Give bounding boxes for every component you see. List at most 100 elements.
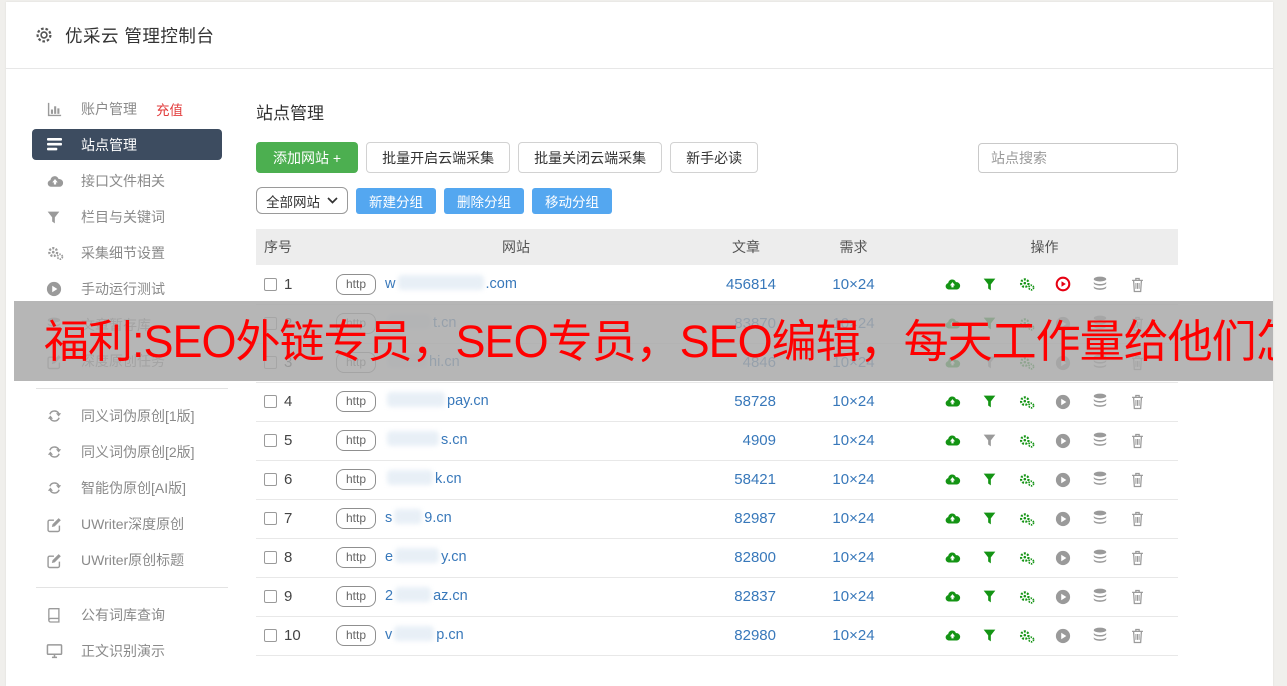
batch-start-collect-button[interactable]: 批量开启云端采集 [366, 142, 510, 173]
filter-icon[interactable] [981, 627, 998, 644]
sidebar-item[interactable]: 同义词伪原创[1版] [6, 398, 238, 434]
gears-icon[interactable] [1018, 588, 1035, 605]
cloud-upload-icon[interactable] [944, 432, 961, 449]
gears-icon[interactable] [1018, 510, 1035, 527]
sidebar-item[interactable]: UWriter深度原创 [6, 506, 238, 542]
cloud-upload-icon[interactable] [944, 471, 961, 488]
filter-icon[interactable] [981, 510, 998, 527]
row-index: 1 [284, 276, 292, 293]
row-checkbox[interactable] [264, 629, 277, 642]
filter-icon[interactable] [981, 276, 998, 293]
app-window: 优采云 管理控制台 账户管理充值站点管理接口文件相关栏目与关键词采集细节设置手动… [6, 2, 1273, 686]
site-search-input[interactable] [978, 143, 1178, 173]
database-icon[interactable] [1092, 510, 1109, 527]
gears-icon[interactable] [1018, 393, 1035, 410]
filter-icon[interactable] [981, 471, 998, 488]
cloud-upload-icon[interactable] [944, 276, 961, 293]
row-checkbox[interactable] [264, 512, 277, 525]
articles-count-link[interactable]: 82987 [734, 510, 776, 527]
database-icon[interactable] [1092, 432, 1109, 449]
row-checkbox[interactable] [264, 434, 277, 447]
trash-icon[interactable] [1129, 588, 1146, 605]
filter-icon[interactable] [981, 549, 998, 566]
domain-link[interactable]: s9.cn [385, 510, 452, 526]
play-icon[interactable] [1055, 549, 1072, 566]
articles-count-link[interactable]: 82800 [734, 549, 776, 566]
group-select[interactable]: 全部网站 [256, 187, 348, 214]
row-checkbox[interactable] [264, 278, 277, 291]
delete-group-button[interactable]: 删除分组 [444, 188, 524, 214]
database-icon[interactable] [1092, 549, 1109, 566]
play-icon[interactable] [1055, 588, 1072, 605]
domain-link[interactable]: pay.cn [385, 393, 489, 409]
play-icon[interactable] [1055, 627, 1072, 644]
create-group-button[interactable]: 新建分组 [356, 188, 436, 214]
trash-icon[interactable] [1129, 432, 1146, 449]
database-icon[interactable] [1092, 471, 1109, 488]
database-icon[interactable] [1092, 276, 1109, 293]
play-icon[interactable] [1055, 276, 1072, 293]
batch-stop-collect-button[interactable]: 批量关闭云端采集 [518, 142, 662, 173]
trash-icon[interactable] [1129, 471, 1146, 488]
play-icon[interactable] [1055, 432, 1072, 449]
cloud-upload-icon[interactable] [944, 549, 961, 566]
cloud-upload-icon[interactable] [944, 588, 961, 605]
database-icon[interactable] [1092, 393, 1109, 410]
sidebar-item[interactable]: UWriter原创标题 [6, 542, 238, 578]
sidebar-item[interactable]: 智能伪原创[AI版] [6, 470, 238, 506]
articles-count-link[interactable]: 58728 [734, 393, 776, 410]
row-checkbox[interactable] [264, 551, 277, 564]
play-icon[interactable] [1055, 471, 1072, 488]
database-icon[interactable] [1092, 588, 1109, 605]
row-checkbox[interactable] [264, 395, 277, 408]
newbie-guide-button[interactable]: 新手必读 [670, 142, 758, 173]
sidebar-item[interactable]: 公有词库查询 [6, 597, 238, 633]
sidebar-item-label: 智能伪原创[AI版] [81, 478, 186, 498]
table-row: 4httppay.cn5872810×24 [256, 382, 1178, 421]
articles-count-link[interactable]: 58421 [734, 471, 776, 488]
trash-icon[interactable] [1129, 510, 1146, 527]
domain-link[interactable]: w.com [385, 276, 517, 292]
sidebar-item[interactable]: 正文识别演示 [6, 633, 238, 669]
cloud-upload-icon[interactable] [944, 393, 961, 410]
domain-link[interactable]: k.cn [385, 471, 462, 487]
book-icon [46, 606, 64, 624]
articles-count-link[interactable]: 4909 [743, 432, 776, 449]
domain-link[interactable]: vp.cn [385, 627, 464, 643]
trash-icon[interactable] [1129, 393, 1146, 410]
articles-count-link[interactable]: 456814 [726, 276, 776, 293]
sidebar-item[interactable]: 同义词伪原创[2版] [6, 434, 238, 470]
sidebar-item[interactable]: 采集细节设置 [6, 235, 238, 271]
trash-icon[interactable] [1129, 549, 1146, 566]
trash-icon[interactable] [1129, 276, 1146, 293]
move-group-button[interactable]: 移动分组 [532, 188, 612, 214]
database-icon[interactable] [1092, 627, 1109, 644]
gears-icon[interactable] [1018, 549, 1035, 566]
sidebar-item[interactable]: 栏目与关键词 [6, 199, 238, 235]
play-icon[interactable] [1055, 510, 1072, 527]
domain-link[interactable]: ey.cn [385, 549, 467, 565]
gears-icon[interactable] [1018, 471, 1035, 488]
articles-count-link[interactable]: 82837 [734, 588, 776, 605]
cloud-upload-icon[interactable] [944, 627, 961, 644]
recharge-link[interactable]: 充值 [156, 99, 183, 119]
add-site-button[interactable]: 添加网站 + [256, 142, 358, 173]
filter-icon[interactable] [981, 588, 998, 605]
gears-icon[interactable] [1018, 432, 1035, 449]
sidebar-item[interactable]: 账户管理充值 [6, 91, 238, 127]
gears-icon[interactable] [1018, 276, 1035, 293]
filter-icon[interactable] [981, 432, 998, 449]
row-checkbox[interactable] [264, 473, 277, 486]
sidebar-item[interactable]: 接口文件相关 [6, 163, 238, 199]
domain-link[interactable]: 2az.cn [385, 588, 468, 604]
cloud-upload-icon[interactable] [944, 510, 961, 527]
filter-icon[interactable] [981, 393, 998, 410]
row-checkbox[interactable] [264, 590, 277, 603]
gears-icon[interactable] [1018, 627, 1035, 644]
trash-icon[interactable] [1129, 627, 1146, 644]
articles-count-link[interactable]: 82980 [734, 627, 776, 644]
domain-link[interactable]: s.cn [385, 432, 468, 448]
sidebar-item[interactable]: 站点管理 [32, 129, 222, 160]
play-icon[interactable] [1055, 393, 1072, 410]
sidebar-item-label: UWriter原创标题 [81, 550, 184, 570]
